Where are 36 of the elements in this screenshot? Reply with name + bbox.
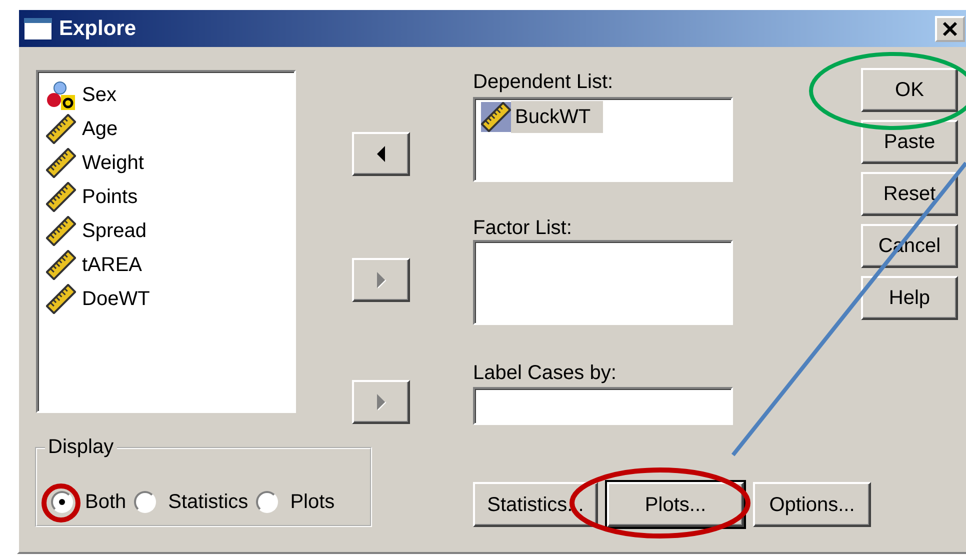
radio-label: Plots [290, 490, 335, 515]
radio-button[interactable] [134, 491, 156, 513]
dialog-button[interactable]: Reset [861, 172, 958, 216]
radio-button[interactable] [51, 491, 73, 513]
dialog-button[interactable]: OK [861, 68, 958, 112]
variable-item[interactable]: Spread [46, 214, 286, 248]
dialog-button[interactable]: Paste [861, 120, 958, 164]
highlight-circle [42, 484, 80, 522]
window-icon [23, 16, 53, 40]
close-button[interactable] [935, 16, 965, 42]
dialog-button[interactable]: Options... [753, 482, 871, 527]
radio-button[interactable] [256, 491, 278, 513]
right-arrow-icon [376, 393, 386, 411]
ruler-icon [481, 102, 511, 132]
close-icon [942, 20, 958, 36]
transfer-button[interactable] [352, 132, 410, 176]
list-item[interactable]: BuckWT [481, 101, 725, 133]
radio-label: Both [85, 490, 126, 515]
label-cases-field[interactable] [473, 387, 733, 425]
dialog-button[interactable]: Help [861, 276, 958, 320]
variable-item[interactable]: Sex [46, 78, 286, 112]
field-label: Dependent List: [473, 70, 614, 94]
field-label: Label Cases by: [473, 361, 618, 385]
right-arrow-icon [376, 271, 386, 289]
left-arrow-icon [376, 145, 386, 163]
variable-item[interactable]: DoeWT [46, 282, 286, 316]
group-label: Display [45, 436, 117, 458]
variable-item[interactable]: Weight [46, 146, 286, 180]
variable-item[interactable]: Points [46, 180, 286, 214]
nominal-icon [46, 80, 76, 110]
dialog-button[interactable]: Plots... [607, 482, 744, 527]
variable-item[interactable]: tAREA [46, 248, 286, 282]
window-title: Explore [59, 16, 136, 42]
radio-label: Statistics [168, 490, 248, 515]
field-label: Factor List: [473, 216, 573, 240]
variable-item[interactable]: Age [46, 112, 286, 146]
